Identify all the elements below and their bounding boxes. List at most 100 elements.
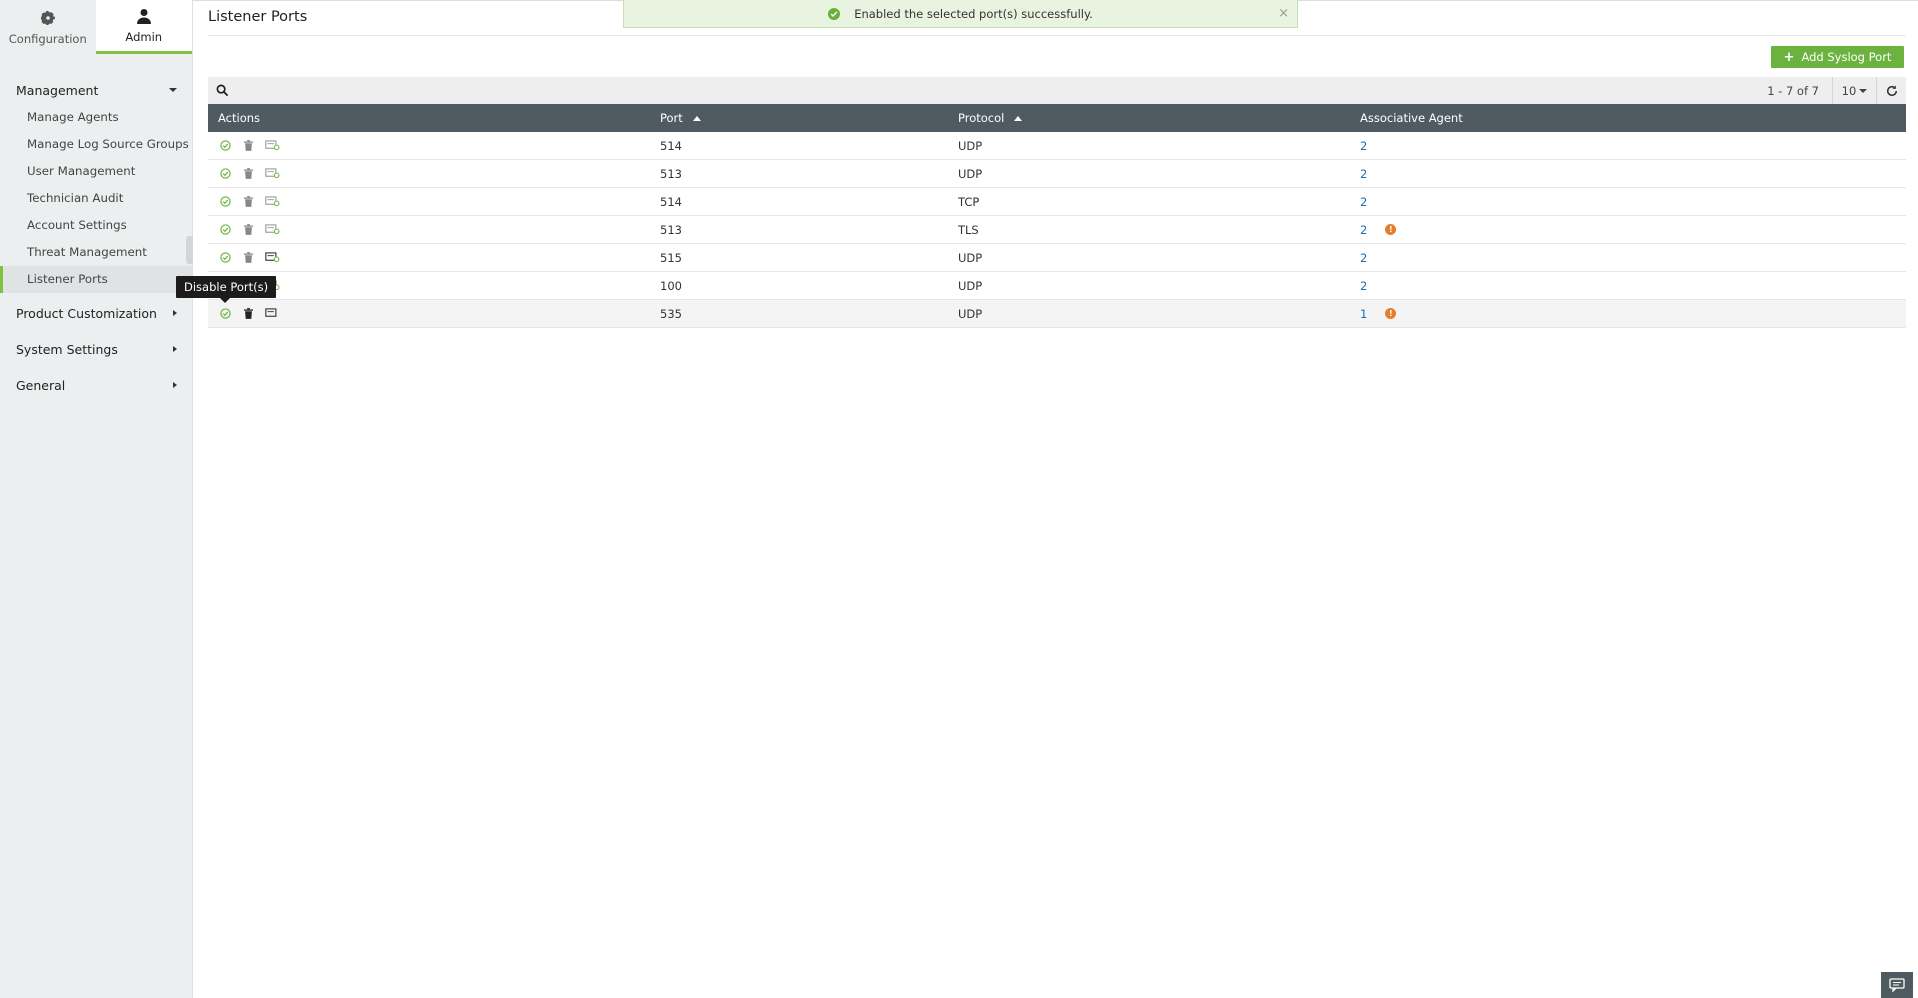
add-syslog-port-label: Add Syslog Port	[1801, 50, 1892, 64]
cell-protocol: UDP	[958, 138, 983, 153]
enable-disable-icon[interactable]	[218, 167, 232, 181]
top-tabs: Configuration Admin	[0, 0, 192, 54]
column-port[interactable]: Port	[660, 111, 958, 125]
chevron-right-icon	[173, 382, 177, 388]
tab-admin-label: Admin	[125, 30, 163, 44]
enable-disable-icon[interactable]	[218, 307, 232, 321]
sidebar-item-manage-agents[interactable]: Manage Agents	[0, 104, 192, 131]
chevron-down-icon	[169, 88, 177, 92]
sidebar-item-user-management[interactable]: User Management	[0, 158, 192, 185]
sort-asc-icon[interactable]	[692, 115, 701, 121]
nav-group-label: Product Customization	[16, 305, 157, 321]
user-icon	[135, 7, 153, 25]
plus-icon: +	[1783, 49, 1795, 65]
table-row[interactable]: 514 UDP 2	[208, 132, 1906, 160]
chevron-right-icon	[173, 346, 177, 352]
cell-port: 515	[660, 250, 682, 265]
column-actions: Actions	[218, 111, 261, 125]
tab-configuration-label: Configuration	[8, 31, 87, 46]
chevron-right-icon	[173, 310, 177, 316]
nav-group-general[interactable]: General	[0, 367, 192, 403]
column-protocol-label: Protocol	[958, 111, 1005, 125]
agent-count-link[interactable]: 2	[1360, 139, 1367, 153]
row-actions	[208, 139, 660, 153]
column-protocol[interactable]: Protocol	[958, 111, 1360, 125]
enable-disable-icon[interactable]	[218, 251, 232, 265]
agent-count-link[interactable]: 2	[1360, 195, 1367, 209]
table-row[interactable]: 535 UDP 1!	[208, 300, 1906, 328]
nav-group-label: General	[16, 377, 66, 393]
configure-agent-icon[interactable]	[264, 251, 280, 265]
sidebar-item-technician-audit[interactable]: Technician Audit	[0, 185, 192, 212]
cell-port: 513	[660, 222, 682, 237]
nav-group-product-customization[interactable]: Product Customization	[0, 295, 192, 331]
agent-count-link[interactable]: 2	[1360, 279, 1367, 293]
tab-configuration[interactable]: Configuration	[0, 0, 96, 54]
delete-icon[interactable]	[241, 251, 255, 265]
cell-protocol: UDP	[958, 166, 983, 181]
cell-agent: 2	[1360, 195, 1906, 209]
enable-disable-icon[interactable]	[218, 195, 232, 209]
agent-count-link[interactable]: 1	[1360, 307, 1367, 321]
cell-agent: 2	[1360, 167, 1906, 181]
configure-agent-icon[interactable]	[264, 223, 280, 237]
refresh-icon[interactable]	[1876, 77, 1906, 104]
delete-icon[interactable]	[241, 167, 255, 181]
configure-agent-icon[interactable]	[264, 139, 280, 153]
enable-disable-icon[interactable]	[218, 223, 232, 237]
table-row[interactable]: 100 UDP 2	[208, 272, 1906, 300]
table-body: 514 UDP 2 513 UDP 2 514 TCP 2 513 TLS 2! 515 UDP 2 100 U…	[208, 132, 1906, 328]
delete-icon[interactable]	[241, 139, 255, 153]
enable-disable-icon[interactable]	[218, 139, 232, 153]
cell-protocol: TLS	[958, 222, 979, 237]
page-size-select[interactable]: 10	[1832, 77, 1876, 104]
cell-port: 514	[660, 194, 682, 209]
page-title: Listener Ports	[208, 9, 308, 25]
delete-icon[interactable]	[241, 195, 255, 209]
nav-group-system-settings[interactable]: System Settings	[0, 331, 192, 367]
cell-port: 513	[660, 166, 682, 181]
cell-agent: 2	[1360, 251, 1906, 265]
chat-icon[interactable]	[1881, 972, 1913, 998]
warning-icon: !	[1385, 308, 1397, 319]
cell-agent: 2!	[1360, 223, 1906, 237]
add-syslog-port-button[interactable]: + Add Syslog Port	[1771, 46, 1904, 68]
configure-agent-icon[interactable]	[264, 307, 280, 321]
table-row[interactable]: 513 UDP 2	[208, 160, 1906, 188]
grid-toolbar: 1 - 7 of 7 10	[208, 77, 1906, 104]
pagination: 1 - 7 of 7 10	[1767, 77, 1906, 104]
table-row[interactable]: 514 TCP 2	[208, 188, 1906, 216]
row-actions	[208, 223, 660, 237]
configure-agent-icon[interactable]	[264, 195, 280, 209]
sidebar-item-account-settings[interactable]: Account Settings	[0, 212, 192, 239]
gear-icon	[39, 9, 57, 27]
nav-group-management[interactable]: Management	[0, 72, 192, 108]
table-row[interactable]: 513 TLS 2!	[208, 216, 1906, 244]
table-header: Actions Port Protocol Associative Agent	[208, 104, 1906, 132]
cell-agent: 2	[1360, 139, 1906, 153]
row-actions	[208, 307, 660, 321]
close-icon[interactable]: ×	[1278, 6, 1289, 21]
sidebar-item-threat-management[interactable]: Threat Management	[0, 239, 192, 266]
agent-count-link[interactable]: 2	[1360, 223, 1367, 237]
row-actions	[208, 167, 660, 181]
row-actions	[208, 251, 660, 265]
sidebar-item-listener-ports[interactable]: Listener Ports	[0, 266, 192, 293]
nav-group-label: Management	[16, 82, 99, 98]
tab-admin[interactable]: Admin	[95, 0, 192, 54]
sidebar-collapse-handle[interactable]	[186, 236, 193, 264]
sort-asc-icon[interactable]	[1014, 115, 1023, 121]
sidebar-item-manage-log-source-groups[interactable]: Manage Log Source Groups	[0, 131, 192, 158]
delete-icon[interactable]	[241, 223, 255, 237]
agent-count-link[interactable]: 2	[1360, 251, 1367, 265]
agent-count-link[interactable]: 2	[1360, 167, 1367, 181]
search-icon[interactable]	[216, 84, 230, 98]
main-content: Listener Ports Enabled the selected port…	[193, 0, 1918, 998]
delete-icon[interactable]	[241, 307, 255, 321]
table-row[interactable]: 515 UDP 2	[208, 244, 1906, 272]
cell-port: 100	[660, 278, 682, 293]
toast-message: Enabled the selected port(s) successfull…	[854, 6, 1093, 21]
configure-agent-icon[interactable]	[264, 167, 280, 181]
sidebar-nav: Management Manage Agents Manage Log Sour…	[0, 54, 192, 403]
cell-protocol: UDP	[958, 278, 983, 293]
